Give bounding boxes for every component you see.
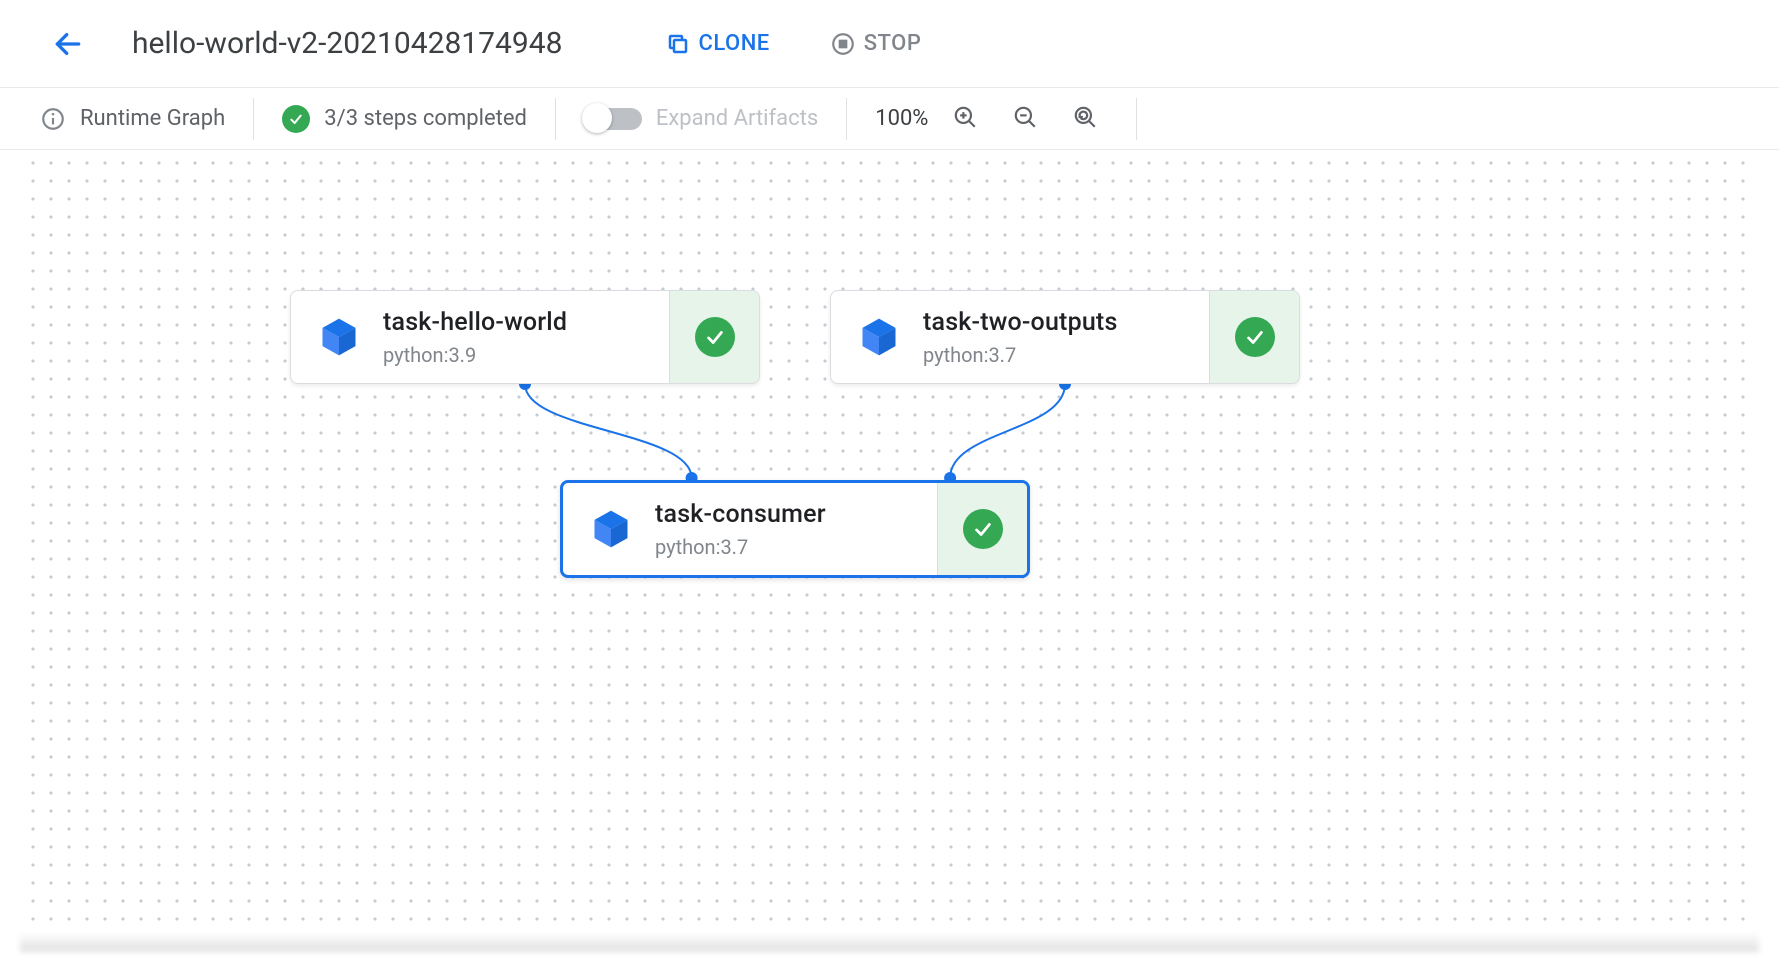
check-icon — [695, 317, 735, 357]
cube-icon — [857, 315, 901, 359]
node-status — [937, 483, 1027, 575]
node-content: task-consumer python:3.7 — [563, 500, 937, 559]
check-icon — [963, 509, 1003, 549]
runtime-graph-label: Runtime Graph — [80, 106, 225, 131]
separator — [1136, 98, 1137, 140]
zoom-in-button[interactable] — [942, 104, 988, 134]
cube-icon — [589, 507, 633, 551]
expand-artifacts-toggle[interactable]: Expand Artifacts — [556, 98, 846, 140]
zoom-controls: 100% — [847, 98, 1136, 140]
zoom-in-icon — [952, 104, 978, 130]
clone-label: CLONE — [698, 31, 769, 56]
steps-status-text: 3/3 steps completed — [324, 106, 527, 131]
clone-icon — [666, 32, 690, 56]
cube-icon — [317, 315, 361, 359]
toolbar: Runtime Graph 3/3 steps completed Expand… — [0, 88, 1779, 150]
steps-status: 3/3 steps completed — [254, 98, 555, 140]
check-icon — [282, 105, 310, 133]
check-icon — [1235, 317, 1275, 357]
node-name: task-two-outputs — [923, 308, 1118, 337]
stop-icon — [830, 31, 856, 57]
node-text: task-hello-world python:3.9 — [383, 308, 567, 367]
frame-shadow — [20, 932, 1759, 952]
info-icon — [40, 106, 66, 132]
graph-node-task-consumer[interactable]: task-consumer python:3.7 — [560, 480, 1030, 578]
graph-canvas[interactable]: task-hello-world python:3.9 task-two-outpu… — [20, 150, 1759, 932]
node-content: task-hello-world python:3.9 — [291, 308, 669, 367]
stop-label: STOP — [864, 31, 922, 56]
graph-node-task-hello-world[interactable]: task-hello-world python:3.9 — [290, 290, 760, 384]
node-name: task-consumer — [655, 500, 826, 529]
runtime-graph-tab[interactable]: Runtime Graph — [40, 98, 253, 140]
zoom-out-button[interactable] — [1002, 104, 1048, 134]
header-actions: CLONE STOP — [666, 31, 921, 57]
stop-button[interactable]: STOP — [830, 31, 922, 57]
header: hello-world-v2-20210428174948 CLONE STOP — [0, 0, 1779, 88]
node-subtitle: python:3.7 — [655, 535, 826, 559]
page-title: hello-world-v2-20210428174948 — [132, 26, 562, 61]
node-subtitle: python:3.7 — [923, 343, 1118, 367]
zoom-reset-icon — [1072, 104, 1098, 130]
zoom-out-icon — [1012, 104, 1038, 130]
expand-artifacts-label: Expand Artifacts — [656, 106, 818, 131]
node-content: task-two-outputs python:3.7 — [831, 308, 1209, 367]
node-text: task-two-outputs python:3.7 — [923, 308, 1118, 367]
node-status — [669, 291, 759, 383]
node-text: task-consumer python:3.7 — [655, 500, 826, 559]
clone-button[interactable]: CLONE — [666, 31, 769, 56]
graph-node-task-two-outputs[interactable]: task-two-outputs python:3.7 — [830, 290, 1300, 384]
zoom-reset-button[interactable] — [1062, 104, 1108, 134]
toggle-switch[interactable] — [584, 108, 642, 130]
node-subtitle: python:3.9 — [383, 343, 567, 367]
node-status — [1209, 291, 1299, 383]
zoom-level: 100% — [875, 106, 928, 131]
arrow-left-icon — [52, 28, 84, 60]
node-name: task-hello-world — [383, 308, 567, 337]
back-button[interactable] — [48, 24, 88, 64]
